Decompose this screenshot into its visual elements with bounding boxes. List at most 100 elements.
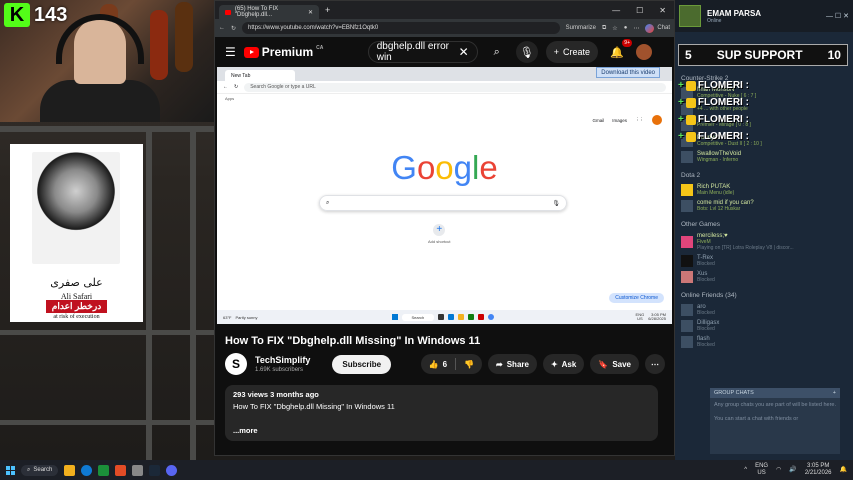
plus-icon: + xyxy=(678,80,684,91)
back-icon[interactable]: ← xyxy=(219,25,225,31)
discord-icon[interactable] xyxy=(166,464,178,476)
create-button[interactable]: + Create xyxy=(545,41,598,63)
steam-window-controls[interactable]: — ☐ ✕ xyxy=(826,12,849,20)
subscriber-count: 1.69K subscribers xyxy=(255,367,304,373)
chat-button[interactable]: Chat xyxy=(645,23,670,33)
google-mic-icon: 🎙 xyxy=(552,200,560,207)
voice-search-icon[interactable]: 🎙 xyxy=(515,41,538,63)
guitar xyxy=(150,10,168,80)
clear-search-icon[interactable]: ✕ xyxy=(459,45,469,59)
tab-youtube[interactable]: (65) How To FIX "Dbghelp.dll... ✕ xyxy=(219,5,319,19)
friend-status: Wingman - Inferno xyxy=(697,157,739,163)
alert-text: FLOMERI : xyxy=(697,131,749,142)
menu-icon[interactable]: ⋯ xyxy=(633,25,639,32)
steam-icon[interactable] xyxy=(149,464,161,476)
friend-avatar xyxy=(681,255,693,267)
taskbar-search[interactable]: ⌕ Search xyxy=(21,464,59,476)
edge-icon[interactable] xyxy=(81,464,93,476)
extensions-icon[interactable]: ⧉ xyxy=(602,25,606,32)
webcam-feed: K 143 xyxy=(0,0,214,122)
app-icon[interactable] xyxy=(115,464,127,476)
friend-row[interactable]: come mid if you can? Bots: Lvl 12 Huskar xyxy=(675,198,853,214)
summarize-button[interactable]: Summarize xyxy=(566,25,596,31)
group-chats-text: You can start a chat with friends or xyxy=(714,415,799,422)
download-label: Download this video xyxy=(601,69,655,76)
subscribe-button[interactable]: Subscribe xyxy=(332,354,392,374)
channel-avatar[interactable]: S xyxy=(225,353,247,375)
search-input[interactable]: dbghelp.dll error win ✕ xyxy=(367,41,478,63)
minimize-icon[interactable]: — xyxy=(612,6,620,15)
online-count: (34) xyxy=(725,292,737,299)
show-more-link[interactable]: ...more xyxy=(233,426,258,435)
friend-avatar xyxy=(681,320,693,332)
account-avatar[interactable] xyxy=(636,44,652,60)
language-indicator[interactable]: ENG US xyxy=(755,463,768,477)
inner-start-icon xyxy=(391,314,398,320)
friend-row[interactable]: Xus Blocked xyxy=(675,269,853,285)
user-avatar[interactable] xyxy=(679,5,701,27)
share-button[interactable]: ➦ Share xyxy=(488,354,537,374)
app-icon[interactable] xyxy=(98,464,110,476)
favorites-icon[interactable]: ☆ xyxy=(612,25,617,32)
wifi-icon[interactable]: ◠ xyxy=(776,467,781,474)
close-window-icon[interactable]: ✕ xyxy=(659,6,666,15)
windows-start-icon[interactable] xyxy=(6,465,15,475)
youtube-logo[interactable]: Premium CA xyxy=(243,45,324,59)
awareness-poster: علی صفری Ali Safari درخطر اعدام at risk … xyxy=(10,144,143,322)
group-chats-header[interactable]: GROUP CHATS + xyxy=(710,388,840,398)
friend-row[interactable]: aro Blocked xyxy=(675,302,853,318)
app-icon[interactable] xyxy=(132,464,144,476)
section-other-games: Other Games xyxy=(681,221,721,228)
clock[interactable]: 3:05 PM 2/21/2026 xyxy=(805,463,832,477)
volume-icon[interactable]: 🔊 xyxy=(789,467,796,474)
tray-chevron-icon[interactable]: ^ xyxy=(744,467,747,474)
guitar xyxy=(175,2,193,72)
dislike-icon[interactable]: 👎 xyxy=(464,360,474,369)
group-chats-text: Any group chats you are part of will be … xyxy=(714,402,836,408)
refresh-icon[interactable]: ↻ xyxy=(231,25,236,32)
ask-button[interactable]: ✦ Ask xyxy=(542,354,585,374)
friend-row[interactable]: SwallowTheVoid Wingman - Inferno xyxy=(675,149,853,165)
hamburger-menu-icon[interactable]: ☰ xyxy=(225,45,236,59)
friend-row[interactable]: Rich PUTAK Main Menu (idle) xyxy=(675,182,853,198)
region-code: CA xyxy=(316,45,324,51)
like-count: 6 xyxy=(442,359,448,369)
add-group-icon[interactable]: + xyxy=(833,390,836,396)
steam-user-header: EMAM PARSA Online — ☐ ✕ xyxy=(675,0,853,32)
maximize-icon[interactable]: ☐ xyxy=(636,6,643,15)
notification-icon[interactable]: 🔔 xyxy=(840,467,847,474)
friend-row[interactable]: T-Rex Blocked xyxy=(675,253,853,269)
friend-row[interactable]: flash Blocked xyxy=(675,334,853,350)
alert-icon xyxy=(685,80,696,91)
more-actions-icon[interactable]: ⋯ xyxy=(645,354,665,374)
inner-weather-sub: Partly sunny xyxy=(235,314,258,320)
view-stats: 293 views 3 months ago xyxy=(233,390,319,399)
sparkle-icon: ✦ xyxy=(550,359,558,369)
video-player[interactable]: New Tab Download this video ← ↻ Search G… xyxy=(217,67,672,324)
ask-label: Ask xyxy=(561,359,577,369)
poster-name-fa: علی صفری xyxy=(50,276,103,289)
flomeri-alert: + FLOMERI : xyxy=(678,97,749,108)
new-tab-icon[interactable]: + xyxy=(325,5,330,15)
tab-strip: (65) How To FIX "Dbghelp.dll... ✕ + — ☐ … xyxy=(215,1,674,19)
notifications-bell-icon[interactable]: 🔔 9+ xyxy=(606,39,632,63)
youtube-favicon-icon xyxy=(225,9,231,15)
alert-icon xyxy=(685,131,696,142)
friend-row[interactable]: Dilligasx Blocked xyxy=(675,318,853,334)
google-search-icon: ⌕ xyxy=(326,199,330,206)
search-icon[interactable]: ⌕ xyxy=(486,41,508,63)
url-field[interactable]: https://www.youtube.com/watch?v=EBNfz1Oq… xyxy=(242,22,560,34)
description-box[interactable]: 293 views 3 months ago How To FIX "Dbghe… xyxy=(225,385,658,441)
like-icon[interactable]: 👍 xyxy=(429,360,439,369)
channel-name[interactable]: TechSimplify xyxy=(255,355,310,365)
file-explorer-icon[interactable] xyxy=(64,464,76,476)
profile-icon[interactable]: ● xyxy=(624,25,628,31)
friend-avatar xyxy=(681,336,693,348)
google-search-box: ⌕ 🎙 xyxy=(319,195,567,211)
friend-row[interactable]: merciless;♥ FiveM Playing on [TR] Lotra Ro… xyxy=(675,231,853,253)
tab-close-icon[interactable]: ✕ xyxy=(308,9,313,16)
save-button[interactable]: 🔖 Save xyxy=(590,354,639,374)
download-video-button[interactable]: Download this video xyxy=(596,67,660,78)
support-overlay: 5 SUP SUPPORT 10 xyxy=(678,44,848,66)
search-icon: ⌕ xyxy=(27,466,31,473)
